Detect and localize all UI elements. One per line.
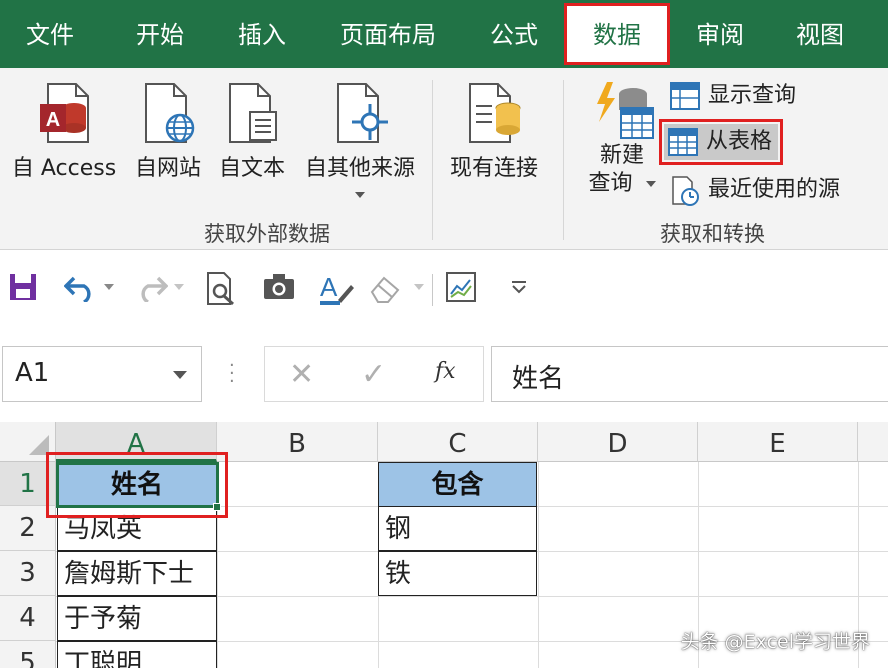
show-queries-button[interactable]: 显示查询 (666, 78, 796, 114)
ribbon-separator (563, 80, 564, 240)
cell-c1[interactable]: 包含 (378, 462, 537, 507)
name-box-value: A1 (15, 358, 50, 388)
ribbon-tab-bar: 文件 开始 插入 页面布局 公式 数据 审阅 视图 (0, 0, 888, 68)
camera-icon[interactable] (262, 272, 296, 300)
from-access-label: 自 Access (11, 156, 117, 181)
chevron-down-icon (355, 192, 365, 198)
eraser-icon[interactable] (368, 272, 402, 304)
new-query-icon (597, 82, 654, 139)
chevron-down-icon (645, 181, 656, 187)
column-header-d[interactable]: D (538, 422, 698, 462)
name-box[interactable]: A1 (2, 346, 202, 402)
undo-dropdown-icon[interactable] (104, 284, 114, 290)
tab-page-layout[interactable]: 页面布局 (330, 0, 446, 68)
column-header-f[interactable] (858, 422, 888, 462)
cell-a5[interactable]: 丁聪明 (57, 641, 217, 668)
from-text-label: 自文本 (218, 156, 285, 181)
save-icon[interactable] (8, 272, 38, 302)
customize-toolbar-icon[interactable] (510, 280, 528, 294)
row-header-4[interactable]: 4 (0, 596, 56, 641)
group-label-get-transform: 获取和转换 (660, 222, 765, 246)
tab-file[interactable]: 文件 (10, 0, 90, 68)
table-icon (668, 128, 698, 156)
formula-bar: A1 · · · ✕ ✓ fx 姓名 (0, 332, 888, 422)
row-header-3[interactable]: 3 (0, 551, 56, 596)
column-header-c[interactable]: C (378, 422, 538, 462)
from-web-label: 自网站 (134, 156, 201, 181)
quick-access-toolbar: A (0, 250, 888, 332)
other-sources-icon (337, 83, 388, 143)
print-preview-icon[interactable] (206, 272, 236, 306)
new-query-label-line1: 新建 (599, 143, 644, 168)
chart-icon[interactable] (446, 272, 476, 302)
formula-buttons: ✕ ✓ fx (264, 346, 484, 402)
from-access-button[interactable]: A 自 Access (8, 82, 120, 182)
tab-view[interactable]: 视图 (780, 0, 860, 68)
redo-icon[interactable] (134, 272, 168, 302)
show-queries-icon (670, 82, 700, 110)
ribbon-panel: A 自 Access 自网站 自文本 自其他来源 现有连接 获取外部数据 新建 … (0, 68, 888, 250)
enter-icon[interactable]: ✓ (361, 357, 386, 392)
column-header-e[interactable]: E (698, 422, 858, 462)
existing-connections-icon (469, 83, 521, 143)
recent-sources-button[interactable]: 最近使用的源 (666, 172, 840, 208)
eraser-dropdown-icon[interactable] (414, 284, 424, 290)
redo-dropdown-icon[interactable] (174, 284, 184, 290)
from-other-sources-button[interactable]: 自其他来源 (298, 82, 422, 198)
undo-icon[interactable] (64, 272, 98, 302)
ribbon-separator (432, 80, 433, 240)
new-query-label-line2: 查询 (588, 171, 633, 196)
tab-review[interactable]: 审阅 (680, 0, 760, 68)
from-table-label: 从表格 (706, 129, 773, 154)
cell-c2[interactable]: 钢 (378, 506, 537, 551)
existing-connections-button[interactable]: 现有连接 (442, 82, 546, 182)
tab-formulas[interactable]: 公式 (474, 0, 554, 68)
tab-home[interactable]: 开始 (120, 0, 200, 68)
svg-text:A: A (320, 272, 338, 302)
row-header-5[interactable]: 5 (0, 641, 56, 668)
insert-function-icon[interactable]: fx (435, 359, 456, 384)
column-header-b[interactable]: B (217, 422, 378, 462)
show-queries-label: 显示查询 (708, 83, 797, 108)
formula-input-value: 姓名 (512, 364, 565, 394)
highlight-box-a1 (46, 452, 228, 518)
cancel-icon[interactable]: ✕ (289, 357, 314, 392)
from-text-button[interactable]: 自文本 (214, 82, 290, 182)
cell-c3[interactable]: 铁 (378, 551, 537, 596)
more-options-icon[interactable]: · · · (229, 357, 235, 391)
from-table-button[interactable]: 从表格 (658, 119, 784, 165)
cell-a3[interactable]: 詹姆斯下士 (57, 551, 217, 596)
new-query-button[interactable]: 新建 查询 (582, 78, 662, 198)
text-file-icon (229, 83, 277, 143)
web-icon (145, 83, 195, 143)
from-other-sources-label: 自其他来源 (304, 156, 415, 181)
toolbar-separator (432, 274, 433, 306)
tab-insert[interactable]: 插入 (222, 0, 302, 68)
existing-connections-label: 现有连接 (449, 156, 538, 181)
watermark: 头条 @Excel学习世界 (680, 631, 870, 653)
formula-input[interactable]: 姓名 (491, 346, 888, 402)
access-icon: A (40, 83, 89, 143)
cell-a4[interactable]: 于予菊 (57, 596, 217, 641)
svg-text:A: A (46, 109, 60, 131)
group-label-get-external-data: 获取外部数据 (204, 222, 330, 246)
recent-sources-label: 最近使用的源 (708, 177, 841, 202)
chevron-down-icon[interactable] (173, 371, 187, 379)
from-web-button[interactable]: 自网站 (130, 82, 206, 182)
tab-data[interactable]: 数据 (564, 3, 670, 65)
recent-sources-icon (672, 176, 699, 206)
font-color-icon[interactable]: A (318, 272, 354, 306)
